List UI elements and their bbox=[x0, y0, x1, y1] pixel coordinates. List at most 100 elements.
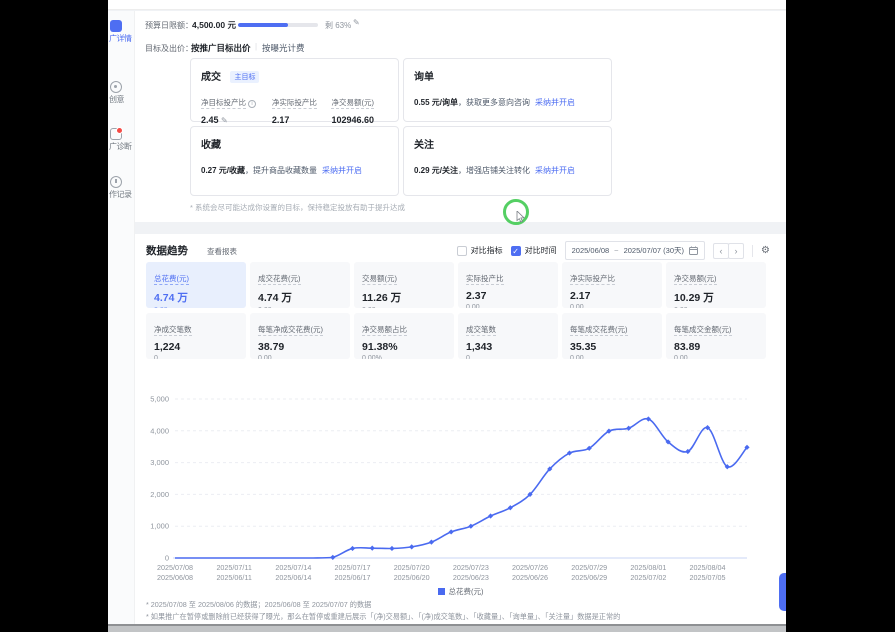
card-title: 关注 bbox=[414, 136, 434, 151]
svg-text:2025/07/08: 2025/07/08 bbox=[157, 563, 193, 572]
svg-text:2025/06/14: 2025/06/14 bbox=[275, 573, 311, 582]
tile-compare-value: 0.00% bbox=[362, 355, 446, 359]
tile-compare-value: 0 bbox=[154, 355, 238, 359]
compare-time-checkbox[interactable]: ✓ 对比时间 bbox=[511, 245, 557, 256]
tile-compare-value: 0.00 bbox=[466, 304, 550, 308]
trend-controls: 对比指标 ✓ 对比时间 2025/06/08 ~ 2025/07/07 (30天… bbox=[457, 241, 770, 260]
svg-text:2025/07/14: 2025/07/14 bbox=[275, 563, 311, 572]
gear-icon[interactable]: ⚙ bbox=[761, 245, 770, 256]
prev-period-button[interactable]: ‹ bbox=[713, 243, 729, 259]
metric-label: 净目标投产比 bbox=[201, 98, 246, 109]
svg-text:2025/08/04: 2025/08/04 bbox=[690, 563, 726, 572]
adopt-enable-link[interactable]: 采纳并开启 bbox=[535, 98, 575, 107]
edit-budget-icon[interactable]: ✎ bbox=[353, 18, 360, 27]
tile-value: 2.17 bbox=[570, 290, 654, 302]
tile-label: 每笔成交金额(元) bbox=[674, 325, 732, 336]
next-period-button[interactable]: › bbox=[728, 243, 744, 259]
tile-value: 11.26 万 bbox=[362, 290, 446, 305]
edit-roi-icon[interactable]: ✎ bbox=[221, 116, 228, 125]
tab-divider: | bbox=[255, 42, 257, 51]
svg-text:2025/06/29: 2025/06/29 bbox=[571, 573, 607, 582]
card-title: 成交 bbox=[201, 68, 221, 83]
metric-value: 102946.60 bbox=[331, 115, 374, 125]
app-viewport: 广详情 创意 广诊断 作记录 预算日限额： 4,500.00 元 剩 63% ✎… bbox=[108, 0, 786, 632]
adopt-enable-link[interactable]: 采纳并开启 bbox=[535, 166, 575, 175]
sidebar-item-history[interactable]: 作记录 bbox=[108, 176, 135, 199]
tile-compare-value: 0.00 bbox=[570, 304, 654, 308]
tile-compare-value: 0.00 bbox=[258, 307, 342, 308]
metric-tile-r1-c4[interactable]: 实际投产比2.370.00 bbox=[458, 262, 558, 308]
goal-bid-panel: 预算日限额： 4,500.00 元 剩 63% ✎ 目标及出价： 按推广目标出价… bbox=[135, 11, 786, 222]
svg-text:2025/07/20: 2025/07/20 bbox=[394, 563, 430, 572]
svg-text:2025/07/23: 2025/07/23 bbox=[453, 563, 489, 572]
sidebar-item-creative[interactable]: 创意 bbox=[108, 81, 135, 104]
metric-tile-r1-c5[interactable]: 净实际投产比 2.17 0.00 bbox=[562, 262, 662, 308]
deal-metrics: 净目标投产比i 2.45 ✎ 净实际投产比 2.17 净交易额(元) 10294… bbox=[201, 92, 388, 125]
metric-tiles: 总花费(元)4.74 万0.00成交花费(元)4.74 万0.00交易额(元)1… bbox=[146, 262, 766, 359]
compare-metric-checkbox[interactable]: 对比指标 bbox=[457, 245, 503, 256]
svg-text:2025/07/29: 2025/07/29 bbox=[571, 563, 607, 572]
sidebar: 广详情 创意 广诊断 作记录 bbox=[108, 11, 135, 624]
tile-label: 实际投产比 bbox=[466, 274, 504, 285]
primary-goal-badge: 主目标 bbox=[230, 71, 259, 83]
budget-progress-fill bbox=[238, 23, 288, 27]
sidebar-item-promo-detail[interactable]: 广详情 bbox=[108, 20, 135, 43]
footnote-1: * 2025/07/08 至 2025/08/06 的数据；2025/06/08… bbox=[146, 600, 371, 610]
floating-widget-pill[interactable] bbox=[779, 573, 786, 611]
metric-tile-r2-c5[interactable]: 每笔成交花费(元)35.350.00 bbox=[562, 313, 662, 359]
svg-text:2025/07/11: 2025/07/11 bbox=[216, 563, 251, 572]
svg-text:2025/06/11: 2025/06/11 bbox=[216, 573, 251, 582]
tile-value: 4.74 万 bbox=[258, 290, 342, 305]
view-report-link[interactable]: 查看报表 bbox=[207, 246, 237, 257]
metric-tile-r2-c6[interactable]: 每笔成交金额(元)83.890.00 bbox=[666, 313, 766, 359]
tile-label: 净交易额(元) bbox=[674, 274, 717, 285]
info-icon[interactable]: i bbox=[248, 100, 256, 108]
goal-note: * 系统会尽可能达成你设置的目标，保持稳定投放有助于提升达成 bbox=[190, 202, 405, 213]
metric-tile-r1-c2[interactable]: 成交花费(元)4.74 万0.00 bbox=[250, 262, 350, 308]
date-start: 2025/06/08 bbox=[572, 246, 610, 255]
tab-bid-by-exposure[interactable]: 按曝光计费 bbox=[262, 42, 305, 54]
goal-cards: 成交 主目标 净目标投产比i 2.45 ✎ 净实际投产比 2.17 净交易额(元… bbox=[190, 58, 612, 196]
svg-text:2025/06/08: 2025/06/08 bbox=[157, 573, 193, 582]
svg-text:2025/06/23: 2025/06/23 bbox=[453, 573, 489, 582]
tile-compare-value: 0.00 bbox=[362, 307, 446, 308]
metric-tile-r2-c4[interactable]: 成交笔数1,3430 bbox=[458, 313, 558, 359]
metric-tile-r2-c3[interactable]: 净交易额占比 91.38% 0.00% bbox=[354, 313, 454, 359]
metric-tile-r1-c1[interactable]: 总花费(元)4.74 万0.00 bbox=[146, 262, 246, 308]
metric-tile-r2-c1[interactable]: 净成交笔数1,2240 bbox=[146, 313, 246, 359]
metric-tile-r1-c6[interactable]: 净交易额(元)10.29 万0.00 bbox=[666, 262, 766, 308]
history-icon bbox=[110, 176, 122, 188]
cursor-icon bbox=[516, 211, 526, 223]
svg-text:2025/07/26: 2025/07/26 bbox=[512, 563, 548, 572]
chart-legend: 总花费(元) bbox=[135, 586, 786, 597]
date-range-input[interactable]: 2025/06/08 ~ 2025/07/07 (30天) bbox=[565, 241, 705, 260]
tile-label: 净实际投产比 bbox=[570, 274, 615, 285]
tile-value: 4.74 万 bbox=[154, 290, 238, 305]
sidebar-item-label: 作记录 bbox=[109, 190, 135, 199]
sidebar-item-label: 创意 bbox=[109, 95, 135, 104]
tile-label: 每笔净成交花费(元) bbox=[258, 325, 323, 336]
card-desc: 0.27 元/收藏，提升商品收藏数量采纳并开启 bbox=[201, 165, 388, 176]
card-desc: 0.55 元/询单，获取更多意向咨询采纳并开启 bbox=[414, 97, 601, 108]
tile-compare-value: 0.00 bbox=[674, 307, 758, 308]
line-chart-svg: 01,0002,0003,0004,0005,0002025/07/082025… bbox=[135, 372, 780, 586]
budget-label: 预算日限额： bbox=[145, 20, 193, 31]
metric-label: 净交易额(元) bbox=[331, 98, 374, 109]
card-title: 询单 bbox=[414, 68, 434, 83]
card-title: 收藏 bbox=[201, 136, 221, 151]
metric-tile-r1-c3[interactable]: 交易额(元)11.26 万0.00 bbox=[354, 262, 454, 308]
card-desc: 0.29 元/关注，增强店铺关注转化采纳并开启 bbox=[414, 165, 601, 176]
adopt-enable-link[interactable]: 采纳并开启 bbox=[322, 166, 362, 175]
sidebar-item-diagnosis[interactable]: 广诊断 bbox=[108, 128, 135, 151]
date-pager: ‹ › bbox=[713, 243, 744, 259]
svg-text:1,000: 1,000 bbox=[150, 522, 169, 531]
svg-text:2025/07/02: 2025/07/02 bbox=[630, 573, 666, 582]
sidebar-item-label: 广详情 bbox=[109, 34, 135, 43]
tile-value: 91.38% bbox=[362, 341, 446, 353]
svg-text:2025/06/26: 2025/06/26 bbox=[512, 573, 548, 582]
metric-tile-r2-c2[interactable]: 每笔净成交花费(元)38.790.00 bbox=[250, 313, 350, 359]
tile-label: 净交易额占比 bbox=[362, 325, 407, 336]
trend-chart: 01,0002,0003,0004,0005,0002025/07/082025… bbox=[135, 372, 780, 586]
tile-compare-value: 0 bbox=[466, 355, 550, 359]
tab-bid-by-goal[interactable]: 按推广目标出价 bbox=[191, 42, 251, 54]
